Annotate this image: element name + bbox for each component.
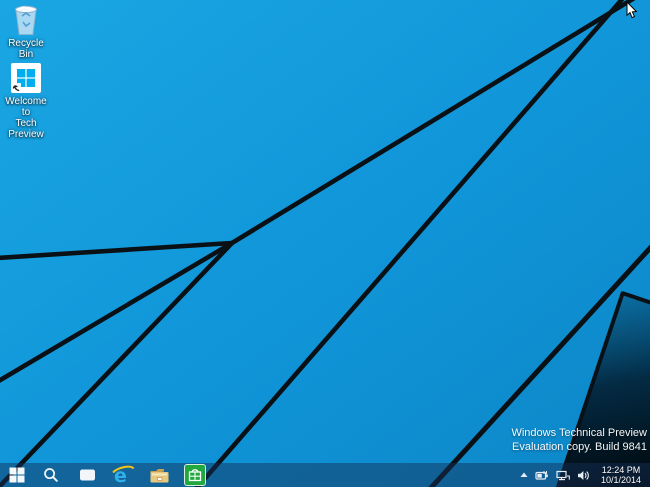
windows-logo-icon [9, 467, 24, 483]
taskbar: e 12:24 PM 10/1/2014 [0, 463, 650, 487]
taskbar-empty-area[interactable] [213, 463, 520, 487]
network-tray-button[interactable] [556, 470, 570, 481]
clock-time: 12:24 PM [601, 464, 641, 475]
desktop-icon-welcome-tech-preview[interactable]: Welcome to Tech Preview [0, 62, 52, 140]
task-view-button[interactable] [69, 463, 105, 487]
recycle-bin-icon [0, 3, 52, 36]
wallpaper [0, 0, 650, 487]
welcome-shortcut-icon [0, 62, 52, 94]
ie-icon: e [112, 465, 135, 486]
store-icon [184, 464, 206, 486]
evaluation-watermark: Windows Technical Preview Evaluation cop… [511, 426, 647, 454]
internet-explorer-button[interactable]: e [105, 463, 141, 487]
battery-icon [535, 470, 548, 480]
desktop-icon-recycle-bin[interactable]: Recycle Bin [0, 3, 52, 60]
task-view-icon [79, 469, 95, 481]
wallpaper-sky [0, 0, 650, 487]
desktop-screen: Recycle Bin Welcome to Tech Preview Wind… [0, 0, 650, 487]
volume-icon [578, 470, 589, 480]
chevron-up-icon [520, 472, 528, 477]
folder-icon [150, 468, 168, 482]
file-explorer-button[interactable] [141, 463, 177, 487]
watermark-line-1: Windows Technical Preview [511, 427, 647, 439]
desktop-icon-label: Welcome to Tech Preview [5, 96, 47, 140]
show-hidden-icons-button[interactable] [520, 472, 528, 478]
mouse-cursor [626, 0, 639, 25]
cursor-arrow-icon [626, 0, 638, 19]
clock-date: 10/1/2014 [600, 475, 642, 485]
search-button[interactable] [33, 463, 69, 487]
network-icon [556, 470, 570, 480]
shortcut-arrow-icon [12, 83, 21, 92]
battery-tray-button[interactable] [535, 470, 549, 481]
volume-tray-button[interactable] [577, 470, 590, 481]
watermark-line-2: Evaluation copy. Build 9841 [512, 441, 647, 453]
search-icon [44, 468, 59, 483]
store-button[interactable] [177, 463, 213, 487]
taskbar-clock[interactable]: 12:24 PM 10/1/2014 [597, 465, 645, 486]
system-tray: 12:24 PM 10/1/2014 [520, 463, 650, 487]
start-button[interactable] [0, 463, 33, 487]
desktop-icon-label: Recycle Bin [8, 38, 44, 60]
